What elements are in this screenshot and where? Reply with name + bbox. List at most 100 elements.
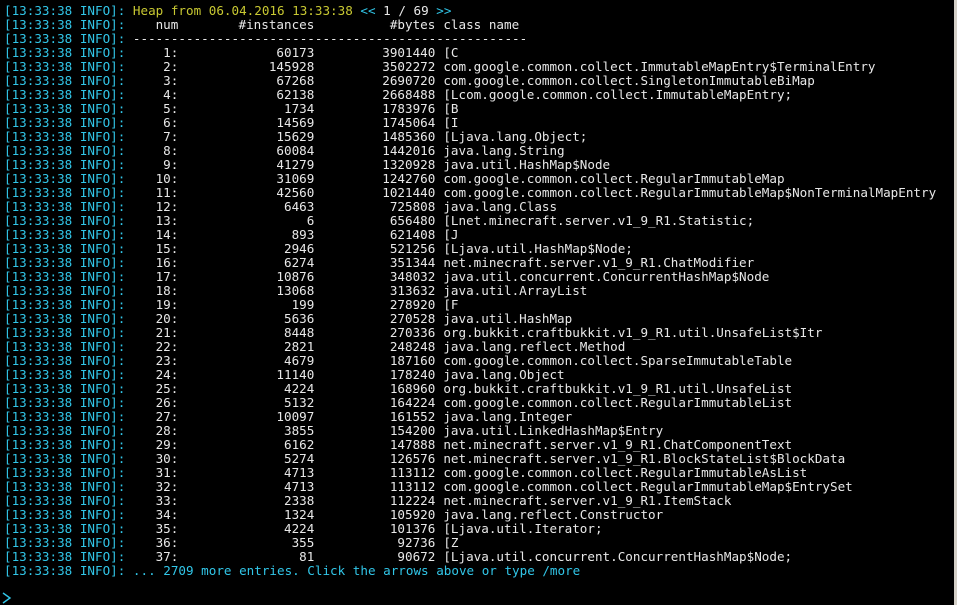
- row-num: 33:: [155, 494, 179, 508]
- row-instances: 6274: [283, 256, 315, 270]
- log-prefix: [13:33:38 INFO]:: [4, 508, 126, 522]
- log-prefix: [13:33:38 INFO]:: [4, 270, 126, 284]
- prev-page-button[interactable]: <<: [360, 4, 375, 18]
- row-class-name: com.google.common.collect.RegularImmutab…: [443, 172, 785, 186]
- log-prefix: [13:33:38 INFO]:: [4, 368, 126, 382]
- log-prefix: [13:33:38 INFO]:: [4, 522, 126, 536]
- row-num: 15:: [155, 242, 179, 256]
- table-row: [13:33:38 INFO]: 37: 81 90672 [Ljava.util.co…: [4, 550, 952, 564]
- row-num: 32:: [155, 480, 179, 494]
- row-class-name: net.minecraft.server.v1_9_R1.BlockStateL…: [443, 452, 846, 466]
- separator: ----------------------------------------…: [132, 32, 528, 46]
- row-class-name: java.lang.reflect.Method: [443, 340, 626, 354]
- log-prefix: [13:33:38 INFO]:: [4, 298, 126, 312]
- row-instances: 1324: [283, 508, 315, 522]
- row-num: 13:: [155, 214, 179, 228]
- row-instances: 3855: [283, 424, 315, 438]
- row-bytes: 161552: [389, 410, 436, 424]
- row-class-name: java.util.HashMap$Node: [443, 158, 611, 172]
- row-bytes: 92736: [397, 536, 436, 550]
- table-row: [13:33:38 INFO]: 2: 145928 3502272 com.googl…: [4, 60, 952, 74]
- row-class-name: com.google.common.collect.SingletonImmut…: [443, 74, 815, 88]
- row-bytes: 270528: [389, 312, 436, 326]
- row-class-name: java.lang.Class: [443, 200, 558, 214]
- log-prefix: [13:33:38 INFO]:: [4, 88, 126, 102]
- log-prefix: [13:33:38 INFO]:: [4, 354, 126, 368]
- row-num: 12:: [155, 200, 179, 214]
- row-num: 8:: [163, 144, 179, 158]
- row-bytes: 164224: [389, 396, 436, 410]
- row-instances: 10097: [276, 410, 315, 424]
- row-class-name: [Ljava.util.HashMap$Node;: [443, 242, 633, 256]
- row-bytes: 3502272: [382, 60, 436, 74]
- row-bytes: 168960: [389, 382, 436, 396]
- row-class-name: [Lnet.minecraft.server.v1_9_R1.Statistic…: [443, 214, 755, 228]
- row-instances: 4713: [283, 466, 315, 480]
- row-instances: 355: [291, 536, 315, 550]
- row-instances: 13068: [276, 284, 315, 298]
- table-row: [13:33:38 INFO]: 26: 5132 164224 com.google.…: [4, 396, 952, 410]
- table-row: [13:33:38 INFO]: 7: 15629 1485360 [Ljava.lan…: [4, 130, 952, 144]
- log-prefix: [13:33:38 INFO]:: [4, 242, 126, 256]
- table-row: [13:33:38 INFO]: 16: 6274 351344 net.minecra…: [4, 256, 952, 270]
- table-row: [13:33:38 INFO]: 28: 3855 154200 java.util.L…: [4, 424, 952, 438]
- row-bytes: 147888: [389, 438, 436, 452]
- row-instances: 81: [299, 550, 315, 564]
- row-class-name: [C: [443, 46, 459, 60]
- row-instances: 199: [291, 298, 315, 312]
- log-prefix: [13:33:38 INFO]:: [4, 326, 126, 340]
- row-instances: 62138: [276, 88, 315, 102]
- row-class-name: org.bukkit.craftbukkit.v1_9_R1.util.Unsa…: [443, 326, 823, 340]
- column-instances-header: #instances: [238, 18, 315, 32]
- row-instances: 10876: [276, 270, 315, 284]
- console-window: [13:33:38 INFO]: Heap from 06.04.2016 13…: [0, 0, 957, 605]
- row-num: 37:: [155, 550, 179, 564]
- log-prefix: [13:33:38 INFO]:: [4, 438, 126, 452]
- next-page-button[interactable]: >>: [436, 4, 451, 18]
- heap-table: [13:33:38 INFO]: 1: 60173 3901440 [C [13:33:3…: [4, 46, 952, 564]
- row-num: 18:: [155, 284, 179, 298]
- row-num: 16:: [155, 256, 179, 270]
- table-row: [13:33:38 INFO]: 12: 6463 725808 java.lang.C…: [4, 200, 952, 214]
- header-line: [13:33:38 INFO]: Heap from 06.04.2016 13…: [4, 4, 952, 18]
- row-class-name: net.minecraft.server.v1_9_R1.ItemStack: [443, 494, 732, 508]
- row-num: 25:: [155, 382, 179, 396]
- log-prefix: [13:33:38 INFO]:: [4, 18, 126, 32]
- row-class-name: java.lang.Integer: [443, 410, 573, 424]
- log-prefix: [13:33:38 INFO]:: [4, 186, 126, 200]
- log-prefix: [13:33:38 INFO]:: [4, 130, 126, 144]
- table-row: [13:33:38 INFO]: 8: 60084 1442016 java.lang.…: [4, 144, 952, 158]
- row-num: 1:: [163, 46, 179, 60]
- table-row: [13:33:38 INFO]: 32: 4713 113112 com.google.…: [4, 480, 952, 494]
- row-num: 20:: [155, 312, 179, 326]
- row-instances: 893: [291, 228, 315, 242]
- row-class-name: java.lang.String: [443, 144, 565, 158]
- table-row: [13:33:38 INFO]: 19: 199 278920 [F: [4, 298, 952, 312]
- log-prefix: [13:33:38 INFO]:: [4, 536, 126, 550]
- heap-title: Heap from 06.04.2016 13:33:38: [132, 4, 353, 18]
- row-class-name: com.google.common.collect.RegularImmutab…: [443, 480, 853, 494]
- row-num: 23:: [155, 354, 179, 368]
- row-num: 27:: [155, 410, 179, 424]
- row-bytes: 278920: [389, 298, 436, 312]
- table-row: [13:33:38 INFO]: 13: 6 656480 [Lnet.minecraf…: [4, 214, 952, 228]
- more-entries-message: ... 2709 more entries. Click the arrows …: [132, 564, 581, 578]
- log-prefix: [13:33:38 INFO]:: [4, 382, 126, 396]
- log-prefix: [13:33:38 INFO]:: [4, 46, 126, 60]
- log-prefix: [13:33:38 INFO]:: [4, 550, 126, 564]
- row-bytes: 1242760: [382, 172, 436, 186]
- table-row: [13:33:38 INFO]: 11: 42560 1021440 com.googl…: [4, 186, 952, 200]
- table-row: [13:33:38 INFO]: 23: 4679 187160 com.google.…: [4, 354, 952, 368]
- row-class-name: com.google.common.collect.RegularImmutab…: [443, 466, 808, 480]
- row-num: 22:: [155, 340, 179, 354]
- row-instances: 5274: [283, 452, 315, 466]
- row-num: 30:: [155, 452, 179, 466]
- row-class-name: [Ljava.util.concurrent.ConcurrentHashMap…: [443, 550, 793, 564]
- log-prefix: [13:33:38 INFO]:: [4, 564, 126, 578]
- table-row: [13:33:38 INFO]: 34: 1324 105920 java.lang.r…: [4, 508, 952, 522]
- row-bytes: 101376: [389, 522, 436, 536]
- table-row: [13:33:38 INFO]: 33: 2338 112224 net.minecra…: [4, 494, 952, 508]
- row-bytes: 313632: [389, 284, 436, 298]
- row-bytes: 154200: [389, 424, 436, 438]
- row-class-name: com.google.common.collect.RegularImmutab…: [443, 186, 937, 200]
